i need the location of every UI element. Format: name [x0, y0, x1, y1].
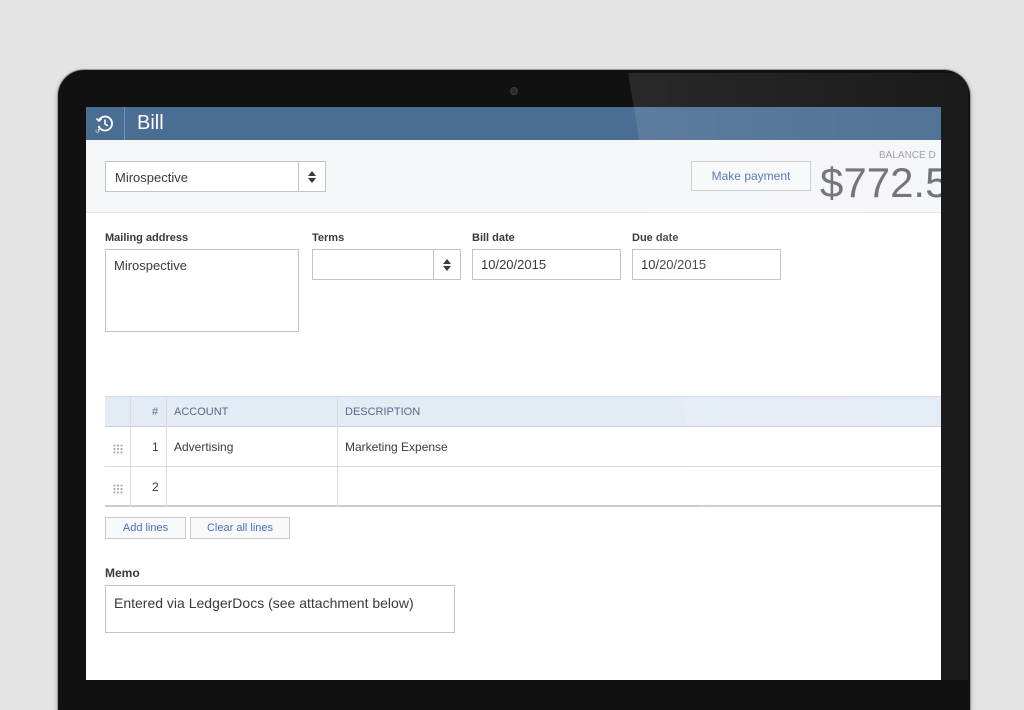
column-header-account: ACCOUNT [174, 406, 229, 418]
add-lines-button[interactable]: Add lines [105, 517, 186, 539]
column-header-number: # [152, 406, 159, 418]
column-divider [130, 396, 131, 507]
vendor-value: Mirospective [115, 170, 188, 185]
row-description[interactable]: Marketing Expense [345, 440, 448, 454]
line-items-header: # ACCOUNT DESCRIPTION [105, 396, 941, 427]
bill-header: Mirospective Make payment [86, 140, 941, 213]
make-payment-button[interactable]: Make payment [691, 161, 811, 191]
vendor-select[interactable]: Mirospective [105, 161, 326, 192]
drag-handle-icon[interactable] [113, 441, 123, 459]
sort-arrows-icon [433, 250, 460, 279]
page-title: Bill [137, 112, 164, 134]
mailing-address-field[interactable]: Mirospective [105, 249, 299, 332]
memo-field[interactable]: Entered via LedgerDocs (see attachment b… [105, 585, 455, 633]
row-number: 1 [152, 440, 159, 454]
terms-select[interactable] [312, 249, 461, 280]
column-divider [166, 396, 167, 507]
drag-handle-icon[interactable] [113, 481, 123, 499]
memo-label: Memo [105, 566, 140, 580]
svg-text:↺: ↺ [95, 128, 100, 134]
due-date-label: Due date [632, 232, 679, 244]
clear-all-lines-button[interactable]: Clear all lines [190, 517, 290, 539]
row-account[interactable]: Advertising [174, 440, 233, 454]
due-date-field[interactable]: 10/20/2015 [632, 249, 781, 280]
webcam [510, 87, 518, 95]
table-row[interactable]: 2 [105, 467, 941, 507]
bill-date-field[interactable]: 10/20/2015 [472, 249, 621, 280]
history-clock-icon[interactable]: ↺ [86, 107, 125, 140]
bill-date-label: Bill date [472, 232, 515, 244]
mailing-address-label: Mailing address [105, 232, 189, 244]
column-header-description: DESCRIPTION [345, 406, 421, 418]
column-divider [337, 396, 338, 507]
balance-due-amount: $772.5 [820, 159, 941, 206]
sort-arrows-icon [298, 162, 325, 191]
terms-label: Terms [312, 232, 345, 244]
table-row[interactable]: 1 Advertising Marketing Expense [105, 427, 941, 467]
app-screen: ↺ Bill Mirospective Make payment BALANCE… [86, 107, 941, 680]
top-bar: ↺ Bill [86, 107, 941, 140]
row-number: 2 [152, 480, 159, 494]
